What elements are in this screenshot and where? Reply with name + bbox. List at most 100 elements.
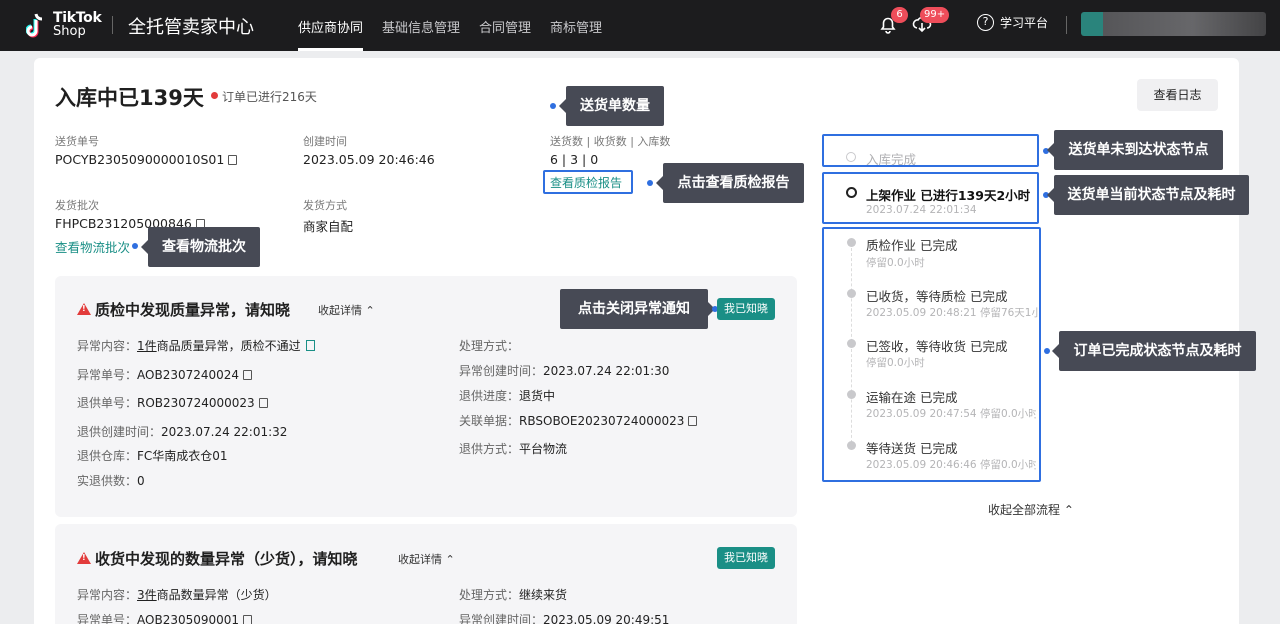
timeline-node-name: 运输在途 已完成 [866, 390, 958, 405]
exception-created-time: 异常创建时间：2023.05.09 20:49:51 [459, 613, 670, 624]
account-switcher-blurred[interactable] [1081, 12, 1266, 36]
question-circle-icon: ? [977, 14, 994, 31]
created-time-label: 创建时间 [303, 135, 347, 148]
timeline-node-time: 2023.07.24 22:01:34 [866, 204, 977, 216]
notification-count-badge: 6 [891, 7, 908, 23]
app-title: 全托管卖家中心 [128, 17, 254, 38]
timeline-node-pending-icon [846, 152, 856, 162]
exception-title: 质检中发现质量异常，请知晓 [95, 301, 291, 319]
logo-text-shop: Shop [53, 24, 86, 39]
timeline-node-done-icon [847, 441, 856, 450]
exception-content: 异常内容：1件商品质量异常，质检不通过 [77, 337, 315, 354]
collapse-details-toggle[interactable]: 收起详情 ⌃ [398, 551, 455, 567]
created-time-value: 2023.05.09 20:46:46 [303, 152, 435, 167]
nav-item-contracts[interactable]: 合同管理 [479, 0, 531, 51]
acknowledge-button[interactable]: 我已知晓 [717, 298, 775, 320]
return-number: 退供单号：ROB230724000023 [77, 394, 268, 411]
timeline-node-name: 等待送货 已完成 [866, 441, 958, 456]
document-icon[interactable] [305, 340, 315, 351]
callout-pointer-dot [132, 243, 138, 249]
timeline-node-name: 已收货，等待质检 已完成 [866, 289, 1008, 304]
shipment-no-label: 送货单号 [55, 135, 99, 148]
main-nav: 供应商协同 基础信息管理 合同管理 商标管理 [298, 0, 621, 51]
timeline-node-time: 2023.05.09 20:48:21 停留76天1小时 [866, 307, 1038, 319]
callout-not-reached-node: 送货单未到达状态节点 [1047, 130, 1223, 170]
timeline-node-time: 停留0.0小时 [866, 257, 925, 269]
acknowledge-button[interactable]: 我已知晓 [717, 547, 775, 569]
quantity-label: 送货数 | 收货数 | 入库数 [550, 135, 671, 148]
update-count-badge: 99+ [920, 7, 949, 23]
timeline-node-current-icon [846, 187, 857, 198]
callout-completed-nodes: 订单已完成状态节点及耗时 [1052, 331, 1256, 371]
chevron-up-icon: ⌃ [1063, 503, 1074, 517]
timeline-node-done-icon [847, 339, 856, 348]
exception-panel-quantity [55, 524, 797, 624]
callout-current-node: 送货单当前状态节点及耗时 [1047, 175, 1249, 215]
warning-icon [77, 552, 91, 564]
learning-platform-link[interactable]: ? 学习平台 [977, 14, 1048, 31]
shipment-no-value: POCYB2305090000010S01 [55, 152, 238, 167]
handling-method: 处理方式： [459, 339, 520, 353]
timeline-node-done-icon [847, 238, 856, 247]
handling-method: 处理方式：继续来货 [459, 588, 568, 602]
quantity-values: 6 | 3 | 0 [550, 152, 599, 167]
exception-created-time: 异常创建时间：2023.07.24 22:01:30 [459, 364, 670, 378]
view-logistics-batch-link[interactable]: 查看物流批次 [55, 237, 130, 256]
chevron-up-icon: ⌃ [365, 304, 375, 317]
exception-title: 收货中发现的数量异常（少货），请知晓 [95, 550, 358, 568]
learning-platform-label: 学习平台 [1000, 16, 1049, 30]
top-navigation-bar: TikTok Shop 全托管卖家中心 供应商协同 基础信息管理 合同管理 商标… [0, 0, 1280, 51]
copy-icon[interactable] [243, 615, 253, 624]
timeline-node-name: 质检作业 已完成 [866, 238, 958, 253]
callout-close-notice: 点击关闭异常通知 [560, 289, 715, 329]
callout-qc-report: 点击查看质检报告 [656, 163, 804, 203]
exception-content: 异常内容：3件商品数量异常（少货） [77, 588, 277, 602]
copy-icon[interactable] [688, 416, 698, 426]
return-progress: 退供进度：退货中 [459, 389, 556, 403]
order-status-title: 入库中已139天 [55, 86, 204, 110]
header-divider-right [1066, 16, 1067, 34]
collapse-all-flow-toggle[interactable]: 收起全部流程 ⌃ [988, 501, 1074, 518]
callout-pointer-dot [647, 180, 653, 186]
nav-item-supplier-collab[interactable]: 供应商协同 [298, 0, 364, 51]
chevron-up-icon: ⌃ [445, 553, 455, 566]
view-qc-report-link[interactable]: 查看质检报告 [550, 174, 622, 191]
view-log-button[interactable]: 查看日志 [1137, 79, 1218, 111]
exception-number: 异常单号：AOB2307240024 [77, 366, 253, 383]
warning-icon [77, 303, 91, 315]
batch-label: 发货批次 [55, 199, 99, 212]
timeline-node-name: 上架作业 已进行139天2小时 [866, 188, 1031, 203]
return-warehouse: 退供仓库：FC华南成衣仓01 [77, 449, 228, 463]
order-elapsed-text: 订单已进行216天 [222, 90, 317, 104]
exception-number: 异常单号：AOB2305090001 [77, 611, 253, 624]
timeline-node-name: 入库完成 [866, 152, 917, 167]
ship-method-label: 发货方式 [303, 199, 347, 212]
ship-method-value: 商家自配 [303, 219, 354, 234]
copy-icon[interactable] [258, 398, 268, 408]
timeline-node-name: 已签收，等待收货 已完成 [866, 339, 1008, 354]
timeline-node-done-icon [847, 289, 856, 298]
callout-pointer-dot [1044, 348, 1050, 354]
callout-pointer-dot [550, 103, 556, 109]
nav-item-trademarks[interactable]: 商标管理 [550, 0, 602, 51]
nav-item-basic-info[interactable]: 基础信息管理 [382, 0, 460, 51]
copy-icon[interactable] [243, 370, 253, 380]
status-dot [211, 92, 218, 99]
tiktok-note-icon [26, 13, 43, 38]
collapse-details-toggle[interactable]: 收起详情 ⌃ [318, 302, 375, 318]
return-created-time: 退供创建时间：2023.07.24 22:01:32 [77, 425, 288, 439]
timeline-node-time: 停留0.0小时 [866, 357, 925, 369]
timeline-connector [851, 248, 852, 448]
timeline-node-time: 2023.05.09 20:47:54 停留0.0小时 [866, 408, 1036, 420]
timeline-node-done-icon [847, 390, 856, 399]
copy-icon[interactable] [228, 155, 238, 165]
related-document: 关联单据：RBSOBOE20230724000023 [459, 412, 698, 429]
timeline-node-time: 2023.05.09 20:46:46 停留0.0小时 [866, 459, 1036, 471]
header-divider [112, 16, 113, 34]
callout-logistics-batch: 查看物流批次 [141, 227, 260, 267]
tiktok-shop-logo[interactable]: TikTok Shop [26, 10, 102, 42]
actual-return-qty: 实退供数：0 [77, 474, 145, 488]
callout-shipment-quantity: 送货单数量 [559, 86, 664, 126]
not-reached-node-highlight [822, 134, 1039, 167]
return-method: 退供方式：平台物流 [459, 442, 568, 456]
